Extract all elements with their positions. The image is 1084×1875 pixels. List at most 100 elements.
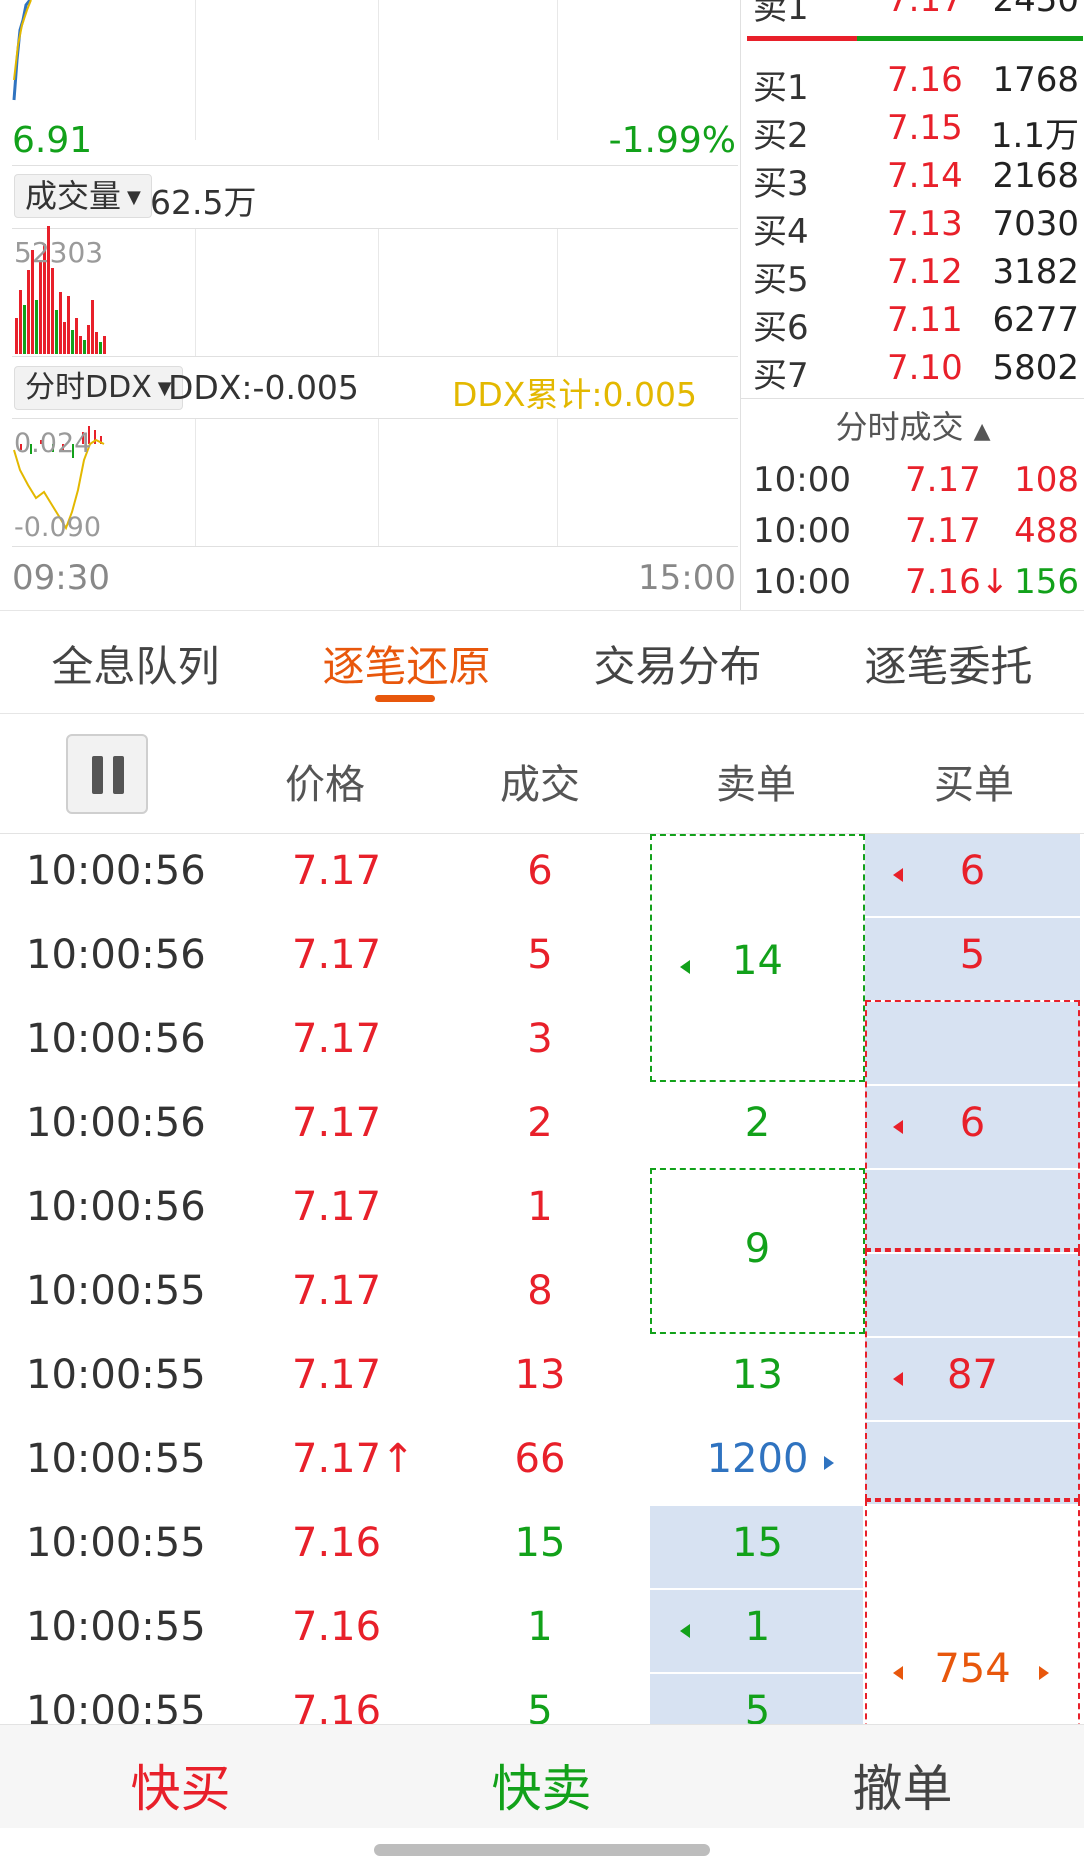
intraday-chart-panel: 6.91 -1.99% 成交量 ▼ 62.5万 52303 分时DDX ▼ DDX:… <box>0 0 740 610</box>
trade-price: 7.17 <box>292 1100 382 1146</box>
column-header-volume: 成交 <box>500 762 580 808</box>
buy-order-volume: 5 <box>959 932 986 978</box>
sell-order-single: 13 <box>650 1352 865 1402</box>
sell-order-group: 9 <box>650 1226 865 1276</box>
trade-price: 7.16 <box>292 1688 382 1724</box>
caret-down-icon: ▼ <box>127 187 141 208</box>
sell-order-volume: 15 <box>732 1520 783 1566</box>
trade-time: 10:00:55 <box>26 1352 206 1398</box>
order-level-price: 7.12 <box>887 252 963 292</box>
quick-action-bar: 快买 快卖 撤单 <box>0 1724 1084 1828</box>
sell-order-volume: 5 <box>744 1688 771 1724</box>
ddx-indicator-dropdown[interactable]: 分时DDX ▼ <box>14 366 183 410</box>
sell-order-single: 15 <box>650 1520 865 1570</box>
trade-time: 10:00:56 <box>26 1100 206 1146</box>
trade-time: 10:00:55 <box>26 1436 206 1482</box>
sell-order-volume: 14 <box>732 938 783 984</box>
buy-order-single: 5 <box>865 932 1080 982</box>
order-level-label: 买7 <box>753 356 809 396</box>
trade-price: 7.17 <box>292 1352 382 1398</box>
trade-volume: 66 <box>514 1436 566 1482</box>
trade-price: 7.17 <box>292 848 382 894</box>
volume-indicator-dropdown[interactable]: 成交量 ▼ <box>14 174 152 218</box>
volume-total-value: 62.5万 <box>150 183 257 222</box>
trade-volume: 5 <box>527 932 553 978</box>
order-level-volume: 6277 <box>992 300 1079 340</box>
trade-volume: 1 <box>527 1604 553 1650</box>
trade-volume: 2 <box>527 1100 553 1146</box>
order-level-label: 买6 <box>753 308 809 348</box>
tab-tick-restore[interactable]: 逐笔还原 <box>271 633 542 694</box>
order-level-price: 7.14 <box>887 156 963 196</box>
table-row[interactable]: 10:00:56 7.17 1 <box>0 1170 1084 1254</box>
buy-order-group: 754 <box>865 1646 1080 1696</box>
trade-time: 10:00:56 <box>26 848 206 894</box>
order-book-buy-row: 买1 7.16 1768 <box>747 60 1083 108</box>
table-row[interactable]: 10:00:56 7.17 3 <box>0 1002 1084 1086</box>
pause-button[interactable] <box>66 734 148 814</box>
trade-price: 7.17↑ <box>292 1436 415 1482</box>
trade-time: 10:00:55 <box>26 1688 206 1724</box>
trade-price: 7.17 <box>292 1268 382 1314</box>
order-level-volume: 1.1万 <box>990 116 1079 156</box>
tick-time: 10:00 <box>753 562 851 602</box>
order-book-buy-row: 买4 7.13 7030 <box>747 204 1083 252</box>
order-level-label: 卖1 <box>753 0 809 28</box>
quick-sell-button[interactable]: 快卖 <box>361 1749 722 1821</box>
tick-price: 7.17 <box>905 460 981 500</box>
tick-trades-toggle[interactable]: 分时成交 ▲ <box>741 402 1084 448</box>
order-book-buy-row: 买5 7.12 3182 <box>747 252 1083 300</box>
cancel-order-button[interactable]: 撤单 <box>722 1749 1083 1821</box>
table-row[interactable]: 10:00:55 7.17 8 <box>0 1254 1084 1338</box>
buy-order-single: 87 <box>865 1352 1080 1402</box>
table-row[interactable]: 10:00:55 7.17↑ 66 <box>0 1422 1084 1506</box>
buy-order-single: 6 <box>865 848 1080 898</box>
chart-graphics <box>12 0 106 531</box>
sell-order-volume: 13 <box>732 1352 783 1398</box>
price-line <box>12 0 32 101</box>
triangle-right-icon <box>824 1456 834 1470</box>
tab-trade-distribution[interactable]: 交易分布 <box>542 633 813 694</box>
sell-order-volume: 2 <box>744 1100 771 1146</box>
order-book-buy-row: 买2 7.15 1.1万 <box>747 108 1083 156</box>
detail-tabs: 全息队列 逐笔还原 交易分布 逐笔委托 <box>0 610 1084 714</box>
divider <box>740 398 1084 399</box>
tick-trades-title: 分时成交 <box>835 408 964 446</box>
sell-order-single: 2 <box>650 1100 865 1150</box>
trade-list[interactable]: 10:00:56 7.17 6 10:00:56 7.17 5 10:00:56 7.17… <box>0 834 1084 1724</box>
order-level-price: 7.16 <box>887 60 963 100</box>
order-level-volume: 1768 <box>992 60 1079 100</box>
order-level-volume: 3182 <box>992 252 1079 292</box>
ddx-cumulative-value: DDX累计:0.005 <box>452 375 698 414</box>
order-level-volume: 2450 <box>992 0 1079 20</box>
order-level-price: 7.17 <box>887 0 963 20</box>
active-tab-indicator <box>375 695 435 702</box>
order-level-volume: 2168 <box>992 156 1079 196</box>
table-row[interactable]: 10:00:55 7.16 15 <box>0 1506 1084 1590</box>
tab-full-queue[interactable]: 全息队列 <box>0 633 271 694</box>
time-axis-start: 09:30 <box>12 558 110 598</box>
sell-order-volume: 1 <box>744 1604 771 1650</box>
home-indicator[interactable] <box>374 1844 710 1856</box>
trade-volume: 13 <box>514 1352 566 1398</box>
trade-volume: 15 <box>514 1520 566 1566</box>
trade-time: 10:00:56 <box>26 932 206 978</box>
tick-row: 10:00 7.16↓ 156 <box>747 562 1083 612</box>
sell-order-volume: 9 <box>744 1226 771 1272</box>
quick-buy-button[interactable]: 快买 <box>0 1749 361 1821</box>
buy-order-single: 6 <box>865 1100 1080 1150</box>
order-book-buy-row: 买7 7.10 5802 <box>747 348 1083 396</box>
order-level-price: 7.11 <box>887 300 963 340</box>
tick-volume: 108 <box>1014 460 1079 500</box>
triangle-right-icon <box>1039 1666 1049 1680</box>
time-axis-end: 15:00 <box>638 558 736 598</box>
tab-tick-orders[interactable]: 逐笔委托 <box>813 633 1084 694</box>
tick-volume: 488 <box>1014 511 1079 551</box>
order-level-label: 买1 <box>753 68 809 108</box>
bid-ask-ratio-bar <box>747 36 1083 41</box>
order-level-label: 买2 <box>753 116 809 156</box>
sell-order-single: 1 <box>650 1604 865 1654</box>
order-book-panel: 卖1 7.17 2450 买1 7.16 1768 买2 7.15 1.1万 买3 7.1… <box>740 0 1084 610</box>
tick-price: 7.16↓ <box>905 562 1010 602</box>
order-book-buy-row: 买6 7.11 6277 <box>747 300 1083 348</box>
